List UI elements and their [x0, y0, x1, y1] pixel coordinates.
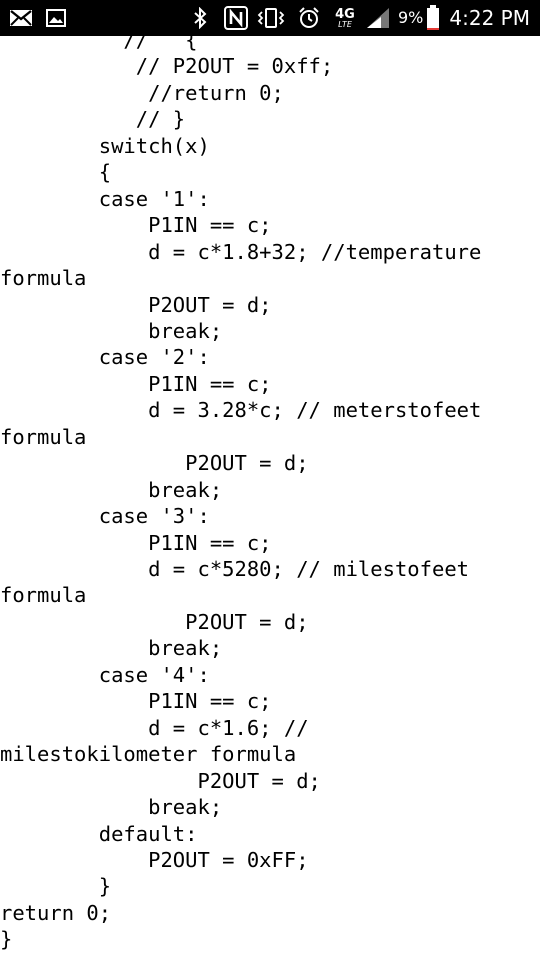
- code-line: d = c*1.6; //: [0, 715, 309, 740]
- code-line: P1IN == c;: [0, 371, 272, 396]
- code-line: }: [0, 874, 112, 899]
- code-line: P1IN == c;: [0, 689, 272, 714]
- code-view[interactable]: // { // P2OUT = 0xff; //return 0; // } s…: [0, 27, 540, 960]
- code-line: return 0;: [0, 900, 112, 925]
- code-line: P2OUT = d;: [0, 292, 272, 317]
- code-line: P2OUT = d;: [0, 609, 309, 634]
- network-label: 4G: [335, 6, 355, 22]
- code-line: P2OUT = d;: [0, 451, 309, 476]
- code-line: // P2OUT = 0xff;: [0, 54, 334, 79]
- code-line: case '4':: [0, 662, 210, 687]
- code-line: d = 3.28*c; // meterstofeet: [0, 398, 482, 423]
- code-line: milestokilometer formula: [0, 742, 297, 767]
- code-line: default:: [0, 821, 198, 846]
- code-line: P2OUT = d;: [0, 768, 321, 793]
- code-line: case '2':: [0, 345, 210, 370]
- code-line: // {: [0, 28, 198, 52]
- code-line: d = c*5280; // milestofeet: [0, 557, 469, 581]
- code-line: break;: [0, 477, 223, 502]
- code-line: //return 0;: [0, 80, 284, 105]
- code-line: case '3':: [0, 504, 210, 529]
- code-line: }: [0, 927, 13, 952]
- code-line: {: [0, 160, 112, 185]
- code-line: P2OUT = 0xFF;: [0, 847, 309, 872]
- code-line: d = c*1.8+32; //temperature: [0, 239, 482, 264]
- code-line: P1IN == c;: [0, 530, 272, 555]
- code-line: break;: [0, 318, 223, 343]
- code-line: break;: [0, 795, 223, 820]
- code-line: formula: [0, 583, 87, 608]
- code-line: break;: [0, 636, 223, 661]
- code-line: switch(x): [0, 133, 210, 158]
- code-line: case '1':: [0, 186, 210, 211]
- code-line: formula: [0, 424, 87, 449]
- code-line: // }: [0, 107, 186, 132]
- code-line: P1IN == c;: [0, 213, 272, 238]
- code-line: formula: [0, 266, 87, 291]
